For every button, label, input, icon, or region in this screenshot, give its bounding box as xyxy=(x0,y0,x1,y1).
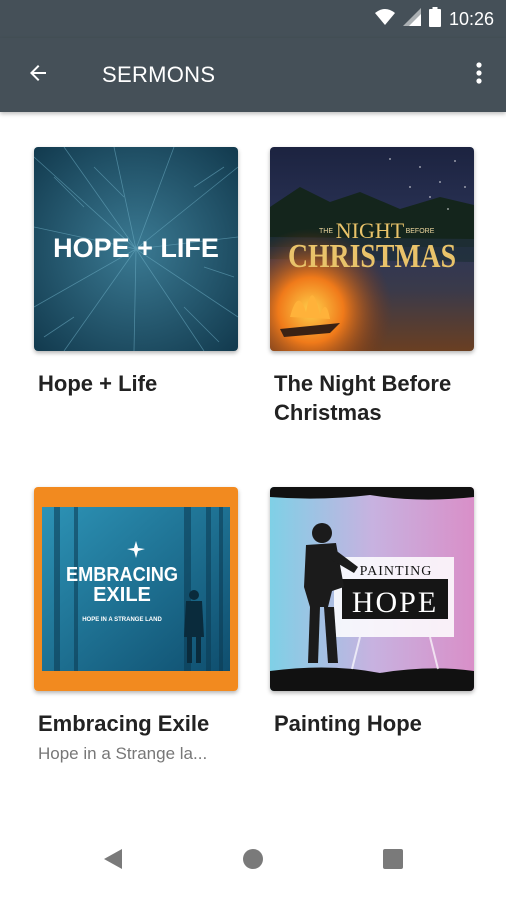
recents-square-icon xyxy=(382,848,404,875)
sermon-title: Hope + Life xyxy=(38,371,158,396)
sermon-title: Embracing Exile xyxy=(38,711,210,736)
status-bar: 10:26 xyxy=(0,0,506,38)
sermon-card[interactable]: EMBRACING EXILE HOPE IN A STRANGE LAND E… xyxy=(34,487,238,764)
status-icons: 10:26 xyxy=(374,0,494,38)
home-circle-icon xyxy=(241,847,265,876)
cellular-signal-icon xyxy=(402,7,421,31)
app-bar: SERMONS xyxy=(0,38,506,112)
back-triangle-icon xyxy=(102,847,124,876)
nav-recents-button[interactable] xyxy=(373,841,413,881)
artwork-line2-text: EXILE xyxy=(93,584,151,606)
artwork-title-text: HOPE + LIFE xyxy=(53,233,219,263)
wifi-icon xyxy=(374,8,395,31)
sermon-artwork: PAINTING HOPE xyxy=(270,487,474,691)
battery-icon xyxy=(428,6,441,32)
nav-home-button[interactable] xyxy=(233,841,273,881)
sermons-screen: 10:26 SERMONS HOPE + LIFE Hope + Life TH… xyxy=(0,0,506,900)
overflow-menu-button[interactable] xyxy=(466,55,492,95)
artwork-small-right-text: BEFORE xyxy=(406,228,435,235)
nav-back-button[interactable] xyxy=(93,841,133,881)
sermon-card[interactable]: THE NIGHT BEFORE CHRISTMAS The Night Bef… xyxy=(270,147,474,427)
sermon-title: Painting Hope xyxy=(274,711,422,736)
artwork-line1-text: EMBRACING xyxy=(66,564,178,586)
sermon-grid: HOPE + LIFE Hope + Life THE NIGHT BEFORE… xyxy=(0,112,506,822)
sermon-card[interactable]: PAINTING HOPE Painting Hope xyxy=(270,487,474,738)
page-title: SERMONS xyxy=(102,62,216,87)
artwork-hope-text: HOPE xyxy=(352,586,438,619)
more-vert-icon xyxy=(476,61,482,89)
sermon-subtitle: Hope in a Strange la... xyxy=(38,744,208,763)
sermon-title: The Night Before Christmas xyxy=(274,371,452,425)
artwork-small-left-text: THE xyxy=(319,228,333,235)
sermon-artwork: EMBRACING EXILE HOPE IN A STRANGE LAND xyxy=(34,487,238,691)
artwork-sub-text: HOPE IN A STRANGE LAND xyxy=(82,617,162,623)
back-button[interactable] xyxy=(18,55,58,95)
sermon-artwork: THE NIGHT BEFORE CHRISTMAS xyxy=(270,147,474,351)
artwork-painting-text: PAINTING xyxy=(360,564,433,579)
artwork-christmas-text: CHRISTMAS xyxy=(288,238,456,275)
system-nav-bar xyxy=(0,822,506,900)
arrow-back-icon xyxy=(26,61,50,90)
sermon-card[interactable]: HOPE + LIFE Hope + Life xyxy=(34,147,238,398)
status-time: 10:26 xyxy=(448,8,494,29)
sermon-artwork: HOPE + LIFE xyxy=(34,147,238,351)
